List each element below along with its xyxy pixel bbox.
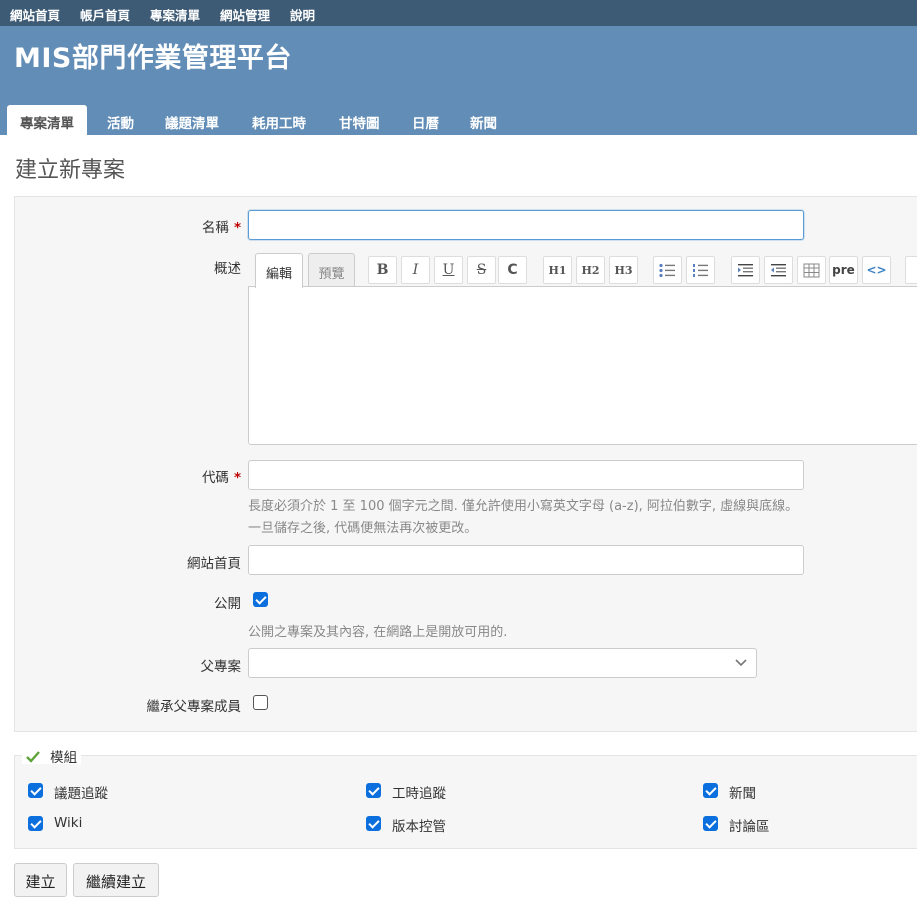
name-label-text: 名稱: [201, 220, 229, 236]
chevron-down-icon: [735, 659, 747, 667]
identifier-input[interactable]: [248, 460, 804, 490]
module-issue-tracking-checkbox[interactable]: [28, 783, 43, 798]
module-news-label[interactable]: 新聞: [729, 782, 756, 802]
unquote-icon[interactable]: [764, 256, 793, 284]
public-label: 公開: [214, 596, 241, 612]
pre-icon[interactable]: pre: [829, 256, 858, 284]
identifier-hint-immutable: 一旦儲存之後, 代碼便無法再次被更改。: [248, 521, 478, 536]
top-menu-help[interactable]: 說明: [290, 5, 315, 24]
module-wiki-checkbox[interactable]: [28, 816, 43, 831]
description-label: 概述: [214, 261, 241, 277]
inline-code-icon[interactable]: <>: [862, 256, 891, 284]
top-menu-administration[interactable]: 網站管理: [220, 5, 270, 24]
module-issue-tracking-label[interactable]: 議題追蹤: [54, 782, 108, 802]
tab-issues[interactable]: 議題清單: [165, 105, 219, 135]
checkmark-icon: [26, 751, 40, 763]
code-icon[interactable]: C: [498, 256, 527, 284]
tab-news[interactable]: 新聞: [470, 105, 497, 135]
table-icon[interactable]: [797, 256, 826, 284]
required-mark: *: [233, 470, 241, 486]
tab-gantt[interactable]: 甘特圖: [339, 105, 380, 135]
image-icon[interactable]: [905, 256, 917, 284]
name-label: 名稱 *: [202, 216, 241, 236]
identifier-label-text: 代碼: [201, 470, 229, 486]
required-mark: *: [233, 220, 241, 236]
tab-projects[interactable]: 專案清單: [7, 105, 87, 135]
h3-icon-text: H3: [614, 263, 633, 277]
h2-icon[interactable]: H2: [576, 256, 605, 284]
module-boards-label[interactable]: 討論區: [729, 815, 770, 835]
parent-select[interactable]: [248, 648, 757, 678]
homepage-input[interactable]: [248, 545, 804, 575]
identifier-hint-length: 長度必須介於 1 至 100 個字元之間. 僅允許使用小寫英文字母 (a-z),…: [248, 499, 799, 514]
public-checkbox[interactable]: [253, 592, 268, 607]
module-repository-checkbox[interactable]: [366, 816, 381, 831]
italic-icon[interactable]: I: [401, 256, 430, 284]
editor-tab-edit[interactable]: 編輯: [255, 253, 303, 288]
modules-legend[interactable]: 模組: [22, 746, 82, 766]
module-repository-label[interactable]: 版本控管: [392, 815, 446, 835]
inherit-members-label: 繼承父專案成員: [146, 699, 242, 715]
module-time-tracking-checkbox[interactable]: [366, 783, 381, 798]
h2-icon-text: H2: [581, 263, 600, 277]
module-wiki-label[interactable]: Wiki: [54, 815, 82, 831]
inherit-members-checkbox[interactable]: [253, 695, 268, 710]
module-time-tracking-label[interactable]: 工時追蹤: [392, 782, 446, 802]
homepage-label: 網站首頁: [187, 556, 241, 572]
module-boards-checkbox[interactable]: [703, 816, 718, 831]
underline-icon[interactable]: U: [434, 256, 463, 284]
bullet-list-icon[interactable]: [653, 256, 682, 284]
page-title: 建立新專案: [15, 158, 126, 183]
top-menu-home[interactable]: 網站首頁: [10, 5, 60, 24]
h3-icon[interactable]: H3: [609, 256, 638, 284]
public-hint: 公開之專案及其內容, 在網路上是開放可用的.: [248, 625, 508, 640]
modules-fieldset: [14, 755, 917, 849]
site-title[interactable]: MIS部門作業管理平台: [14, 36, 292, 75]
description-textarea[interactable]: [248, 286, 917, 445]
tab-calendar[interactable]: 日曆: [412, 105, 439, 135]
h1-icon-text: H1: [548, 263, 567, 277]
top-menu: 網站首頁 帳戶首頁 專案清單 網站管理 說明: [0, 0, 917, 26]
top-menu-projects[interactable]: 專案清單: [150, 5, 200, 24]
top-menu-my-page[interactable]: 帳戶首頁: [80, 5, 130, 24]
editor-tab-preview[interactable]: 預覽: [308, 253, 355, 287]
tab-activity[interactable]: 活動: [107, 105, 134, 135]
strikethrough-icon[interactable]: S: [467, 256, 496, 284]
bold-icon[interactable]: B: [368, 256, 397, 284]
header: MIS部門作業管理平台 專案清單 活動 議題清單 耗用工時 甘特圖 日曆 新聞: [0, 26, 917, 135]
tab-time-entries[interactable]: 耗用工時: [252, 105, 306, 135]
blockquote-icon[interactable]: [731, 256, 760, 284]
modules-legend-text: 模組: [50, 750, 78, 766]
create-button[interactable]: 建立: [14, 863, 67, 897]
h1-icon[interactable]: H1: [543, 256, 572, 284]
module-news-checkbox[interactable]: [703, 783, 718, 798]
name-input[interactable]: [248, 210, 804, 240]
parent-label: 父專案: [200, 659, 242, 675]
numbered-list-icon[interactable]: [686, 256, 715, 284]
create-and-continue-button[interactable]: 繼續建立: [73, 863, 159, 897]
identifier-label: 代碼 *: [202, 466, 241, 486]
